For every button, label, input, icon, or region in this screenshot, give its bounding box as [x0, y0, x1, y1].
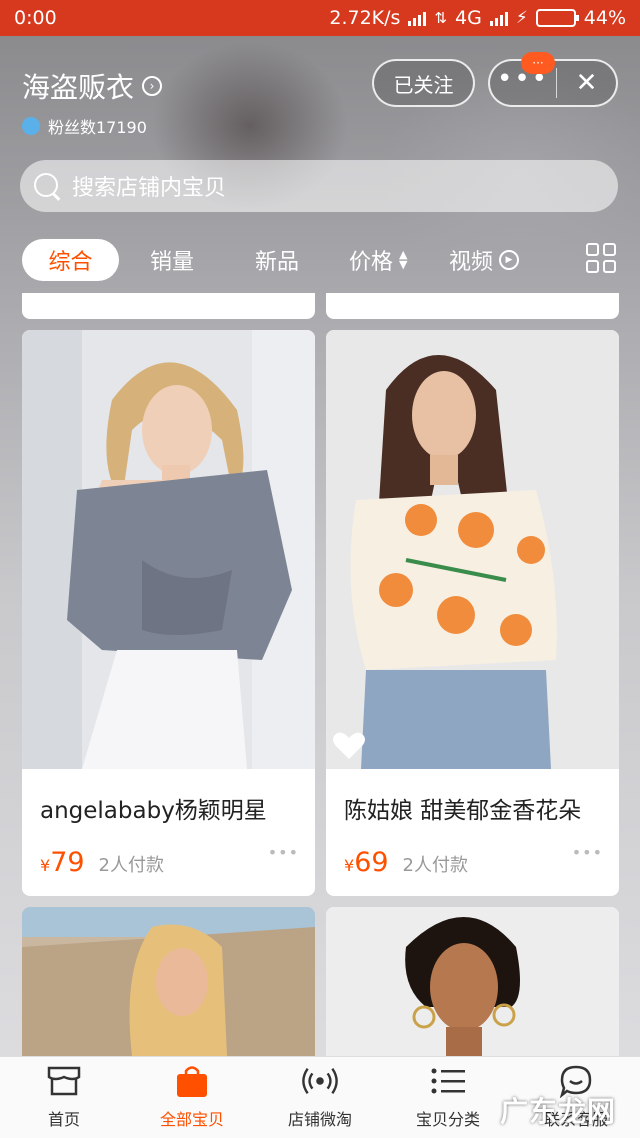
- tab-price[interactable]: 价格 ▲ ▼: [349, 244, 407, 276]
- list-icon: [429, 1064, 467, 1098]
- status-bar: 0:00 2.72K/s ⇅ 4G ⚡ 44%: [0, 0, 640, 36]
- sort-arrows-icon: ▲ ▼: [399, 248, 408, 271]
- tab-price-label: 价格: [349, 250, 394, 275]
- nav-store-weitao-label: 店铺微淘: [287, 1110, 352, 1129]
- search-placeholder: 搜索店铺内宝贝: [72, 176, 227, 201]
- tab-new[interactable]: 新品: [255, 244, 299, 276]
- card-stub-left: [22, 293, 315, 319]
- product-card[interactable]: angelababy杨颖明星 ¥79 2人付款 •••: [22, 330, 315, 896]
- network-speed: 2.72K/s: [329, 7, 401, 29]
- chevron-right-icon: ›: [142, 76, 163, 96]
- nav-store-weitao[interactable]: 店铺微淘: [256, 1057, 384, 1138]
- charging-icon: ⚡: [515, 8, 528, 28]
- grid-view-icon[interactable]: [586, 243, 616, 273]
- product-image[interactable]: [22, 907, 315, 1056]
- more-dots-icon[interactable]: •••: [268, 843, 299, 862]
- product-title: angelababy杨颖明星: [40, 798, 267, 824]
- product-card[interactable]: 陈姑娘 甜美郁金香花朵 ¥69 2人付款 •••: [326, 330, 619, 896]
- close-button[interactable]: ✕: [557, 68, 616, 98]
- message-badge: ···: [521, 52, 555, 74]
- price-row: ¥69 2人付款 •••: [326, 839, 619, 878]
- paid-count: 2人付款: [402, 855, 468, 876]
- currency-symbol: ¥: [344, 856, 355, 875]
- product-image[interactable]: [326, 907, 619, 1056]
- product-image[interactable]: [326, 330, 619, 769]
- search-icon: [32, 171, 62, 201]
- product-price: ¥79: [40, 847, 85, 878]
- broadcast-icon: [301, 1064, 339, 1098]
- fans-count-label: 粉丝数17190: [48, 118, 147, 137]
- product-grid: angelababy杨颖明星 ¥79 2人付款 ••• 陈姑娘 甜美郁金香花朵 …: [0, 0, 640, 1056]
- battery-icon: [535, 9, 579, 27]
- nav-home[interactable]: 首页: [0, 1057, 128, 1138]
- tab-video-label: 视频: [449, 250, 494, 275]
- nav-categories[interactable]: 宝贝分类: [384, 1057, 512, 1138]
- signal-icon-2: [489, 10, 508, 26]
- play-icon: ▶: [499, 250, 520, 270]
- store-name-text: 海盗贩衣: [22, 71, 135, 104]
- product-price: ¥69: [344, 847, 389, 878]
- filter-tabs: 综合 销量 新品 价格 ▲ ▼ 视频 ▶: [0, 236, 640, 284]
- product-title: 陈姑娘 甜美郁金香花朵: [344, 798, 582, 824]
- product-card[interactable]: [22, 907, 315, 1056]
- battery-percent: 44%: [583, 7, 626, 29]
- paid-count: 2人付款: [98, 855, 164, 876]
- price-value: 79: [50, 847, 85, 878]
- nav-all-items[interactable]: 全部宝贝: [128, 1057, 256, 1138]
- fans-count: 粉丝数17190: [22, 114, 147, 138]
- favorite-heart-icon[interactable]: [332, 731, 366, 761]
- follow-button[interactable]: 已关注: [372, 59, 475, 107]
- tab-sales[interactable]: 销量: [150, 244, 194, 276]
- tab-video[interactable]: 视频 ▶: [449, 244, 520, 276]
- store-name[interactable]: 海盗贩衣 ›: [22, 66, 163, 106]
- store-icon: [45, 1064, 83, 1098]
- product-card[interactable]: [326, 907, 619, 1056]
- signal-icon: [408, 10, 427, 26]
- watermark-text: 广东龙网: [499, 1095, 616, 1128]
- more-dots-icon[interactable]: •••: [572, 843, 603, 862]
- network-type: 4G: [455, 7, 482, 29]
- shopping-bag-icon: [173, 1064, 211, 1098]
- search-input[interactable]: 搜索店铺内宝贝: [20, 160, 618, 212]
- price-row: ¥79 2人付款 •••: [22, 839, 315, 878]
- status-time: 0:00: [14, 7, 57, 29]
- data-arrows-icon: ⇅: [434, 9, 448, 27]
- card-stub-right: [326, 293, 619, 319]
- nav-categories-label: 宝贝分类: [415, 1110, 480, 1129]
- fans-icon: [22, 117, 40, 135]
- nav-home-label: 首页: [47, 1110, 80, 1129]
- currency-symbol: ¥: [40, 856, 51, 875]
- price-value: 69: [354, 847, 389, 878]
- tab-comprehensive[interactable]: 综合: [22, 239, 119, 281]
- nav-all-items-label: 全部宝贝: [159, 1110, 224, 1129]
- product-image[interactable]: [22, 330, 315, 769]
